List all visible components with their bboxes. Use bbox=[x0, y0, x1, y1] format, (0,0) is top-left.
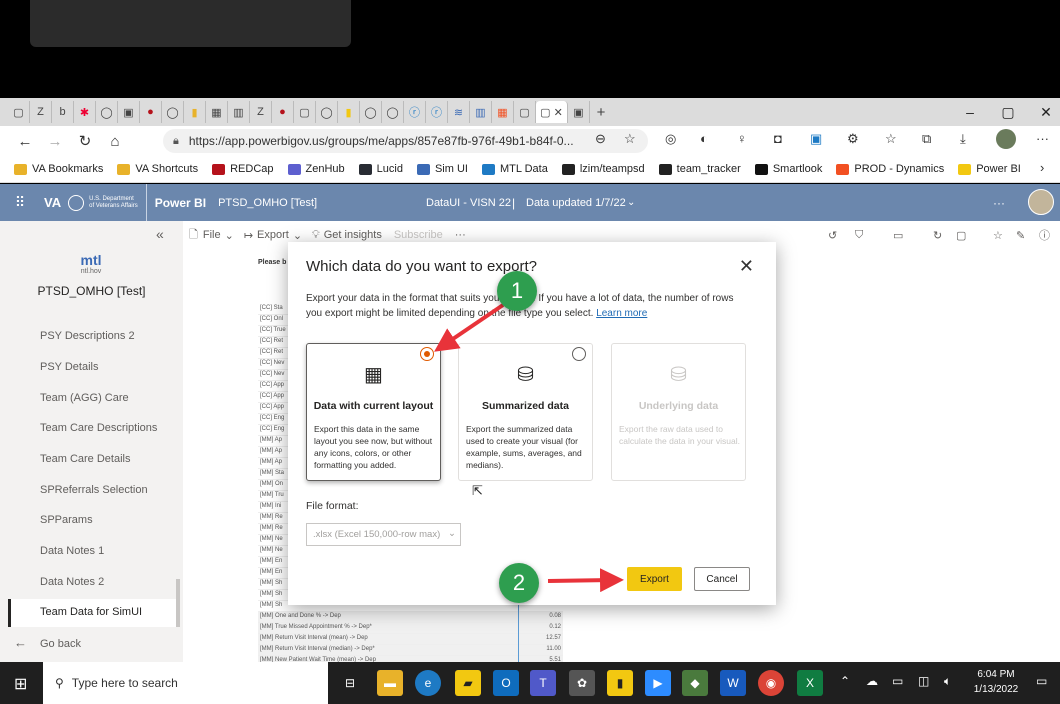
excel-icon[interactable]: X bbox=[797, 670, 823, 696]
sticky-notes-icon[interactable]: ▰ bbox=[455, 670, 481, 696]
word-icon[interactable]: W bbox=[720, 670, 746, 696]
notifications-icon[interactable]: ▭ bbox=[1036, 674, 1047, 688]
taskbar-search[interactable]: ⚲ Type here to search bbox=[43, 662, 328, 704]
step-2-badge: 2 bbox=[499, 563, 539, 603]
outlook-icon[interactable]: O bbox=[493, 670, 519, 696]
chevron-up-icon[interactable]: ⌃ bbox=[840, 674, 850, 688]
app-icon[interactable]: ✿ bbox=[569, 670, 595, 696]
zoom-icon[interactable]: ▶ bbox=[645, 670, 671, 696]
file-explorer-icon[interactable]: ▬ bbox=[377, 670, 403, 696]
powerbi-icon[interactable]: ▮ bbox=[607, 670, 633, 696]
task-view-icon[interactable]: ⊟ bbox=[337, 670, 363, 696]
app-icon[interactable]: ◆ bbox=[682, 670, 708, 696]
teams-icon[interactable]: T bbox=[530, 670, 556, 696]
battery-icon[interactable]: ▭ bbox=[892, 674, 903, 688]
search-icon: ⚲ bbox=[55, 676, 64, 690]
arrow-step-2 bbox=[547, 568, 624, 593]
chrome-icon[interactable]: ◉ bbox=[758, 670, 784, 696]
volume-icon[interactable]: 🔈︎ bbox=[944, 674, 951, 689]
onedrive-icon[interactable]: ☁ bbox=[866, 674, 878, 688]
network-icon[interactable]: ◫ bbox=[918, 674, 929, 688]
edge-icon[interactable]: e bbox=[415, 670, 441, 696]
taskbar-clock[interactable]: 6:04 PM 1/13/2022 bbox=[962, 667, 1030, 697]
step-1-badge: 1 bbox=[497, 271, 537, 311]
windows-taskbar: ⊞ ⚲ Type here to search ⊟ ▬ e ▰ O T ✿ ▮ … bbox=[0, 662, 1060, 704]
arrow-step-1 bbox=[434, 303, 505, 352]
windows-start-icon[interactable]: ⊞ bbox=[14, 674, 27, 694]
